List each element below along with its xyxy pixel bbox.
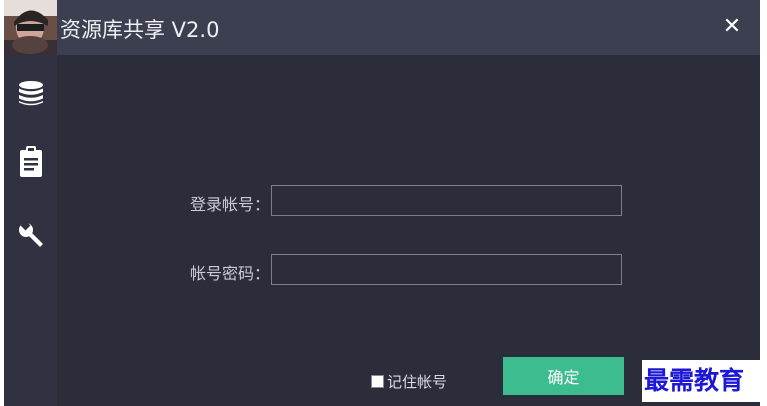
database-icon (17, 79, 45, 111)
title-bar[interactable]: 资源库共享 V2.0 ✕ (4, 0, 760, 55)
app-window: 资源库共享 V2.0 ✕ 登录帐号： 帐号密码： 记住帐号 确定 (4, 0, 760, 406)
sidebar-item-database[interactable] (4, 72, 57, 118)
password-input[interactable] (271, 254, 622, 285)
password-label: 帐号密码： (189, 264, 270, 283)
sidebar-item-clipboard[interactable] (4, 141, 57, 187)
close-button[interactable]: ✕ (718, 12, 746, 42)
remember-label: 记住帐号 (387, 372, 448, 391)
avatar (4, 0, 57, 55)
account-label: 登录帐号： (189, 195, 270, 214)
watermark: 最需教育 (642, 360, 767, 402)
remember-account-toggle[interactable]: 记住帐号 (371, 371, 447, 391)
clipboard-icon (19, 146, 43, 182)
sidebar-item-settings[interactable] (4, 214, 57, 260)
wrench-icon (18, 220, 44, 252)
remember-checkbox[interactable] (371, 374, 384, 388)
window-title: 资源库共享 V2.0 (60, 18, 220, 42)
account-input[interactable] (271, 185, 622, 216)
confirm-button[interactable]: 确定 (503, 357, 624, 395)
sidebar (4, 55, 57, 406)
